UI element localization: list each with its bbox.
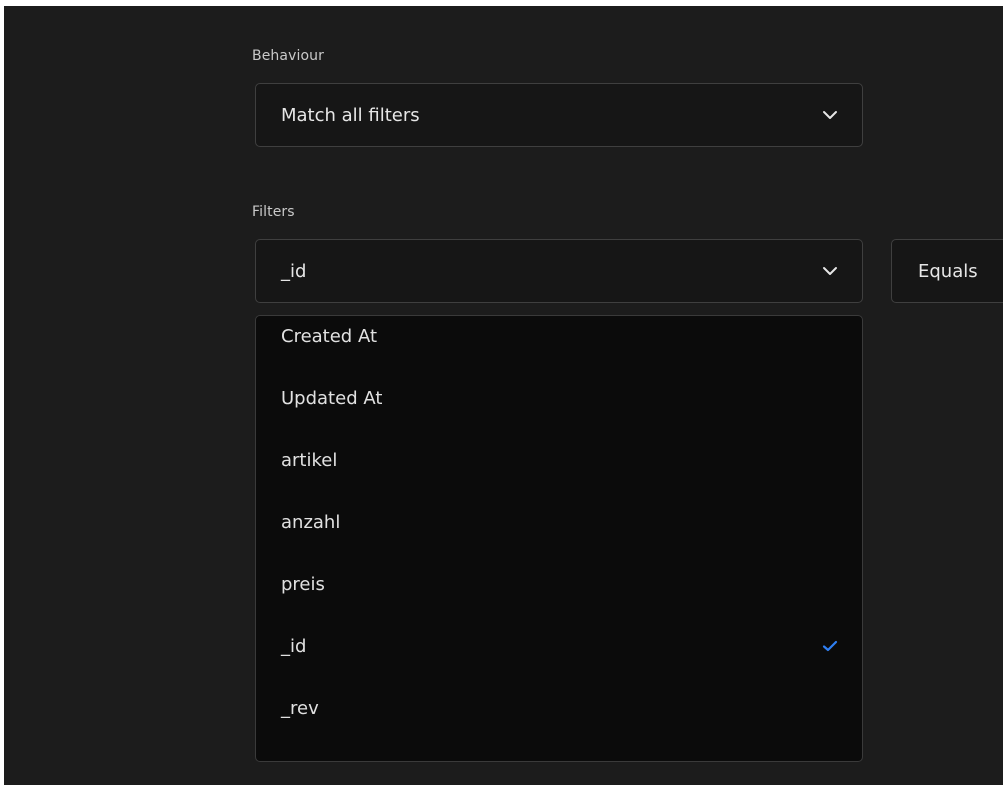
filter-operator-value: Equals bbox=[918, 260, 978, 282]
filters-label: Filters bbox=[252, 204, 295, 220]
dropdown-option-label: anzahl bbox=[281, 511, 341, 533]
check-icon bbox=[822, 640, 838, 652]
filter-operator-select[interactable]: Equals bbox=[891, 239, 1003, 303]
behaviour-label: Behaviour bbox=[252, 48, 324, 64]
dropdown-option[interactable]: Updated At bbox=[256, 367, 862, 429]
filter-panel: Behaviour Match all filters Filters _id … bbox=[4, 6, 1003, 785]
chevron-down-icon bbox=[823, 111, 837, 119]
dropdown-option-label: preis bbox=[281, 573, 325, 595]
dropdown-option[interactable]: anzahl bbox=[256, 491, 862, 553]
behaviour-select-value: Match all filters bbox=[281, 104, 420, 126]
filter-field-select[interactable]: _id bbox=[255, 239, 863, 303]
dropdown-option-label: artikel bbox=[281, 449, 338, 471]
dropdown-option-label: _rev bbox=[281, 697, 319, 719]
filter-field-value: _id bbox=[281, 260, 307, 282]
dropdown-option[interactable]: artikel bbox=[256, 429, 862, 491]
filter-field-dropdown: Created At Updated At artikel anzahl pre… bbox=[255, 315, 863, 762]
behaviour-select[interactable]: Match all filters bbox=[255, 83, 863, 147]
dropdown-option-label: _id bbox=[281, 635, 307, 657]
dropdown-option[interactable]: _rev bbox=[256, 677, 862, 739]
dropdown-option-selected[interactable]: _id bbox=[256, 615, 862, 677]
dropdown-option[interactable]: Created At bbox=[256, 316, 862, 367]
chevron-down-icon bbox=[823, 267, 837, 275]
dropdown-option[interactable]: preis bbox=[256, 553, 862, 615]
dropdown-option-label: Created At bbox=[281, 325, 378, 347]
dropdown-option-label: Updated At bbox=[281, 387, 383, 409]
